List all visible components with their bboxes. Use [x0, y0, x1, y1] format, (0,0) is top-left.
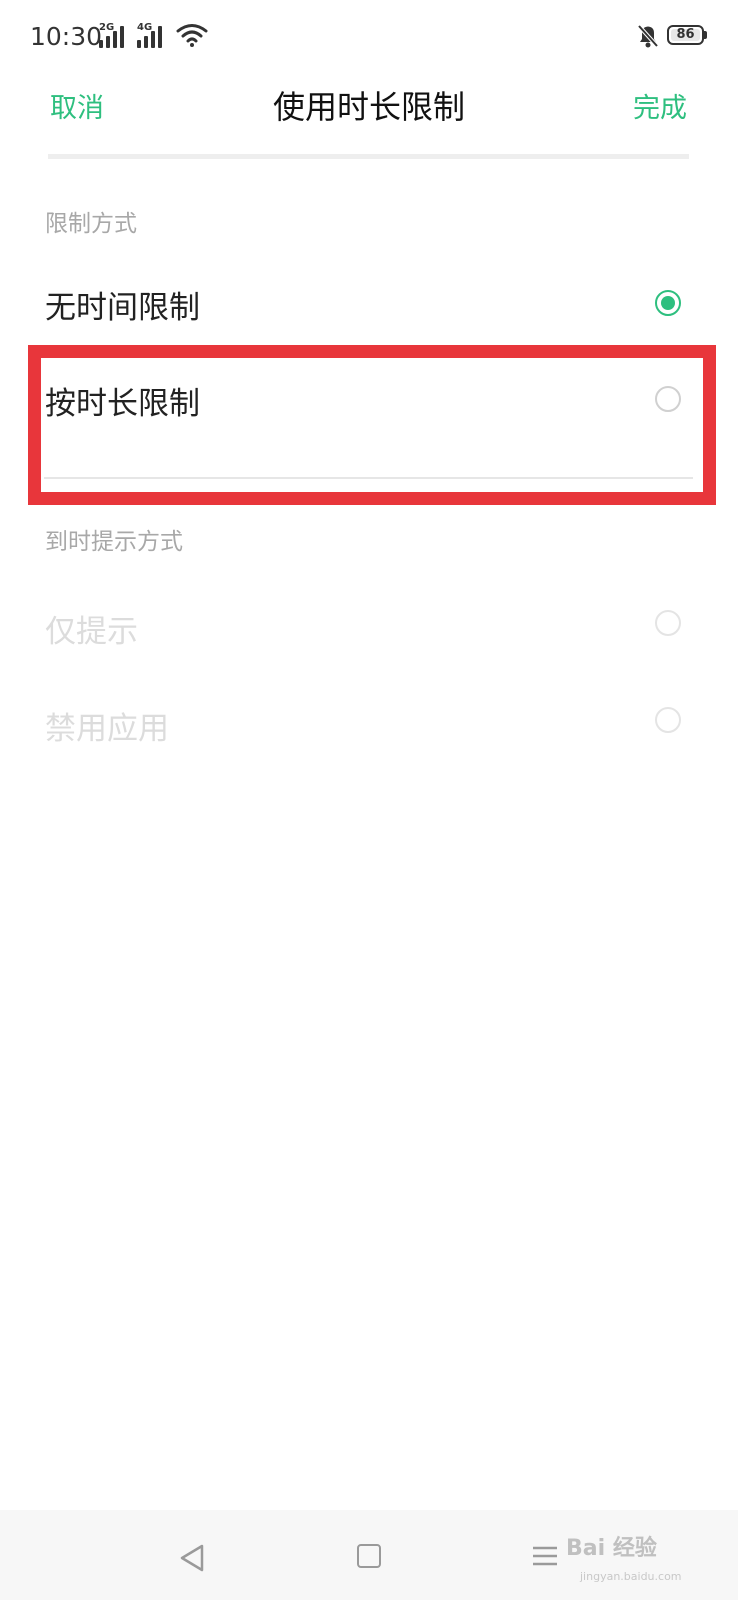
bell-muted-icon [636, 23, 660, 49]
option-label: 仅提示 [45, 614, 138, 650]
option-no-time-limit[interactable]: 无时间限制 [0, 260, 738, 346]
status-time: 10:30 [30, 22, 103, 51]
page-title: 使用时长限制 [272, 88, 465, 126]
network-type-label: 2G [99, 22, 115, 33]
back-icon[interactable] [178, 1543, 206, 1573]
radio-unchecked-icon[interactable] [655, 610, 681, 636]
option-label: 无时间限制 [45, 290, 200, 326]
watermark-url: jingyan.baidu.com [580, 1570, 682, 1583]
network-type-label: 4G [137, 22, 153, 33]
home-icon[interactable] [357, 1544, 381, 1568]
option-label: 禁用应用 [45, 711, 169, 747]
radio-checked-icon[interactable] [655, 290, 681, 316]
cell-signal-icon: 2G [99, 22, 129, 48]
watermark: Bai 经验 [566, 1536, 657, 1561]
done-button[interactable]: 完成 [633, 86, 687, 125]
wifi-icon [176, 22, 208, 48]
battery-icon: 86 [667, 25, 704, 45]
menu-icon[interactable] [532, 1545, 558, 1567]
cell-signal-icon: 4G [137, 22, 167, 48]
cancel-button[interactable]: 取消 [50, 86, 104, 125]
alert-method-section-label: 到时提示方式 [45, 529, 183, 555]
battery-tip [704, 31, 707, 39]
battery-level: 86 [676, 27, 695, 42]
highlight-box [28, 345, 716, 505]
limit-method-section-label: 限制方式 [45, 211, 137, 237]
option-notify-only[interactable]: 仅提示 [0, 592, 738, 678]
radio-unchecked-icon[interactable] [655, 707, 681, 733]
option-disable-app[interactable]: 禁用应用 [0, 690, 738, 776]
header-divider [48, 154, 689, 159]
